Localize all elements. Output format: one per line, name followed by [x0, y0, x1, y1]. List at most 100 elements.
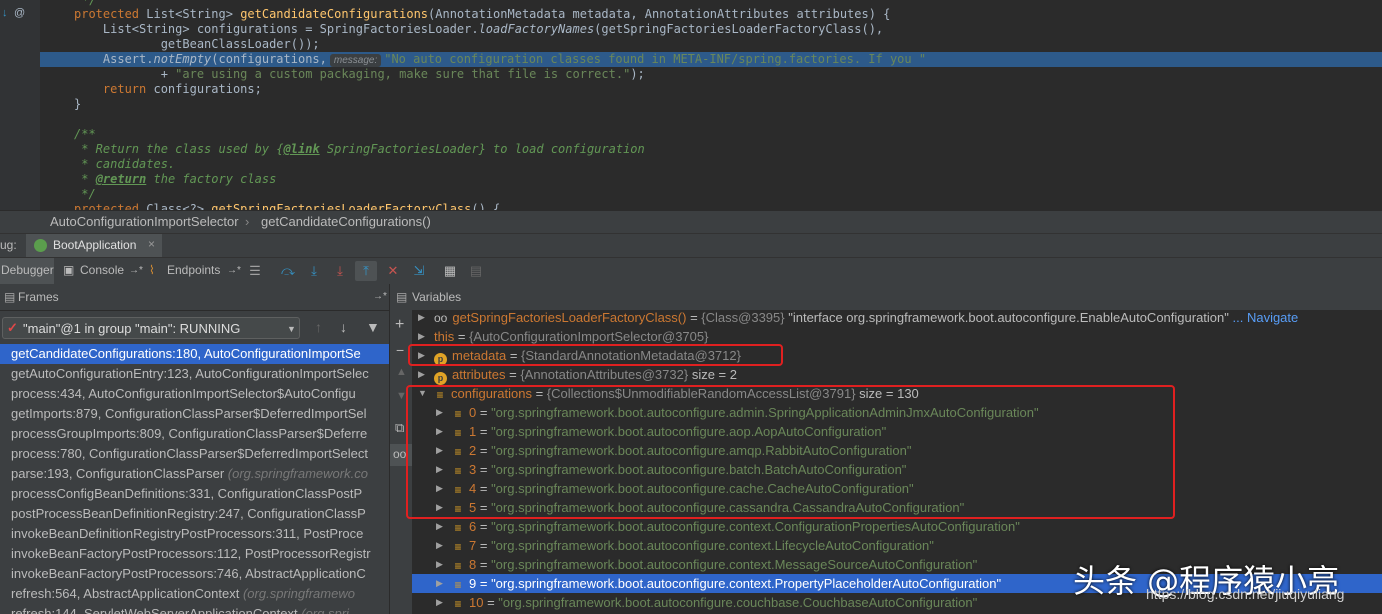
frame-method: getImports:879, ConfigurationClassParser…: [11, 406, 367, 421]
variable-content: ≡ 8 = "org.springframework.boot.autoconfi…: [452, 555, 977, 574]
variable-row[interactable]: ▶ ≡ 7 = "org.springframework.boot.autoconf…: [412, 536, 1382, 555]
code-line: getBeanClassLoader());: [74, 37, 320, 51]
debug-label: ug:: [0, 238, 17, 252]
highlight-box-configurations: [406, 385, 1175, 519]
frames-icon: ▤: [4, 290, 16, 304]
variable-content: ≡ 7 = "org.springframework.boot.autoconfi…: [452, 536, 934, 555]
evaluate-expression-icon[interactable]: ▦: [441, 262, 459, 280]
step-into-icon[interactable]: ⤓: [305, 262, 323, 280]
frames-title: Frames: [18, 290, 59, 304]
variable-name: getSpringFactoriesLoaderFactoryClass(): [452, 310, 687, 325]
frame-row[interactable]: process:434, AutoConfigurationImportSele…: [0, 384, 389, 404]
expand-arrow-icon[interactable]: ▶: [436, 593, 446, 612]
frame-row[interactable]: getAutoConfigurationEntry:123, AutoConfi…: [0, 364, 389, 384]
move-up-icon[interactable]: ▲: [396, 366, 407, 378]
tab-label: BootApplication: [53, 238, 137, 252]
variable-value: "org.springframework.boot.autoconfigure.…: [491, 538, 934, 553]
frame-method: invokeBeanDefinitionRegistryPostProcesso…: [11, 526, 364, 541]
frame-method: process:434, AutoConfigurationImportSele…: [11, 386, 356, 401]
navigate-link[interactable]: ... Navigate: [1229, 310, 1299, 325]
equals-sign: =: [505, 367, 521, 382]
frame-package: (org.springframework.co: [227, 466, 368, 481]
variable-content: p attributes = {AnnotationAttributes@3732…: [434, 365, 737, 385]
expand-arrow-icon[interactable]: ▶: [436, 574, 446, 593]
code-line: * candidates.: [74, 157, 176, 171]
code-line: protected List<String> getCandidateConfi…: [74, 7, 891, 21]
watch-icon: oo: [434, 311, 448, 325]
variable-value: size = 2: [688, 367, 737, 382]
expand-arrow-icon[interactable]: ▶: [418, 310, 428, 327]
frame-package: (org.springframewo: [242, 586, 355, 601]
expand-arrow-icon[interactable]: ▶: [436, 517, 446, 536]
copy-icon[interactable]: ⧉: [395, 420, 404, 436]
frame-row[interactable]: invokeBeanFactoryPostProcessors:746, Abs…: [0, 564, 389, 584]
highlight-box-metadata: [408, 344, 783, 366]
arrow-up-icon[interactable]: ↑: [315, 319, 322, 335]
frame-row[interactable]: invokeBeanDefinitionRegistryPostProcesso…: [0, 524, 389, 544]
variable-content: ≡ 10 = "org.springframework.boot.autoconf…: [452, 593, 977, 612]
run-to-cursor-icon[interactable]: ⇲: [410, 262, 428, 280]
frame-row[interactable]: processConfigBeanDefinitions:331, Config…: [0, 484, 389, 504]
chevron-down-icon: ▼: [287, 324, 296, 334]
check-icon: ✓: [7, 320, 18, 335]
frame-row[interactable]: postProcessBeanDefinitionRegistry:247, C…: [0, 504, 389, 524]
equals-sign: =: [476, 576, 492, 591]
tab-endpoints[interactable]: Endpoints: [167, 263, 220, 277]
drop-frame-icon[interactable]: ✕: [384, 262, 402, 280]
frame-method: process:780, ConfigurationClassParser$De…: [11, 446, 368, 461]
tab-label: Debugger: [1, 263, 54, 277]
frame-row[interactable]: invokeBeanFactoryPostProcessors:112, Pos…: [0, 544, 389, 564]
tab-console[interactable]: Console: [80, 263, 124, 277]
code-line: return configurations;: [74, 82, 262, 96]
variables-icon: ▤: [396, 290, 408, 304]
tab-boot-application[interactable]: BootApplication ×: [26, 234, 162, 258]
code-line: /**: [74, 127, 96, 141]
pin-icon[interactable]: →*: [373, 291, 387, 302]
thread-select[interactable]: ✓ "main"@1 in group "main": RUNNING ▼: [2, 317, 300, 339]
pin-icon[interactable]: →*: [129, 265, 143, 276]
step-out-button[interactable]: ⤒: [355, 261, 377, 281]
list-icon: ≡: [454, 540, 462, 554]
trace-icon[interactable]: ▤: [467, 262, 485, 280]
frame-row[interactable]: refresh:144, ServletWebServerApplication…: [0, 604, 389, 614]
frame-row[interactable]: getCandidateConfigurations:180, AutoConf…: [0, 344, 389, 364]
frame-row[interactable]: getImports:879, ConfigurationClassParser…: [0, 404, 389, 424]
variable-value: "org.springframework.boot.autoconfigure.…: [491, 519, 1020, 534]
variables-header: ▤ Variables: [390, 284, 1382, 311]
code-line: protected Class<?> getSpringFactoriesLoa…: [74, 202, 501, 210]
frame-row[interactable]: refresh:564, AbstractApplicationContext …: [0, 584, 389, 604]
code-editor[interactable]: ↓ @ */ protected List<String> getCandida…: [0, 0, 1382, 210]
thread-bar: ✓ "main"@1 in group "main": RUNNING ▼ ↑ …: [0, 315, 389, 341]
breadcrumb-method[interactable]: getCandidateConfigurations(): [261, 214, 431, 229]
filter-icon[interactable]: ▼: [366, 319, 380, 335]
variable-row[interactable]: ▶ ≡ 6 = "org.springframework.boot.autoconf…: [412, 517, 1382, 536]
force-step-into-icon[interactable]: ⤓: [331, 262, 349, 280]
frame-row[interactable]: processGroupImports:809, ConfigurationCl…: [0, 424, 389, 444]
endpoints-icon: ⌇: [149, 263, 155, 277]
variable-content: ≡ 9 = "org.springframework.boot.autoconfi…: [452, 574, 1001, 593]
close-icon[interactable]: ×: [148, 237, 155, 251]
variable-name: attributes: [452, 367, 506, 382]
show-execution-point-icon[interactable]: ☰: [246, 262, 264, 280]
variable-value: "org.springframework.boot.autoconfigure.…: [491, 576, 1002, 591]
expand-arrow-icon[interactable]: ▶: [418, 365, 428, 384]
tab-debugger[interactable]: Debugger: [0, 258, 54, 284]
expand-arrow-icon[interactable]: ▶: [436, 536, 446, 555]
frame-row[interactable]: parse:193, ConfigurationClassParser (org…: [0, 464, 389, 484]
variable-row[interactable]: ▶ oo getSpringFactoriesLoaderFactoryClass(…: [412, 310, 1382, 327]
frame-method: processConfigBeanDefinitions:331, Config…: [11, 486, 363, 501]
add-watch-icon[interactable]: +: [395, 316, 404, 334]
variable-name: 10: [469, 595, 484, 610]
pin-icon[interactable]: →*: [227, 265, 241, 276]
arrow-down-icon[interactable]: ↓: [340, 319, 347, 335]
list-icon: ≡: [454, 597, 462, 611]
step-over-icon[interactable]: ⤼: [279, 262, 297, 280]
expand-arrow-icon[interactable]: ▶: [436, 555, 446, 574]
breadcrumb-class[interactable]: AutoConfigurationImportSelector: [50, 214, 239, 229]
remove-watch-icon[interactable]: −: [396, 342, 404, 358]
frame-row[interactable]: process:780, ConfigurationClassParser$De…: [0, 444, 389, 464]
list-icon: ≡: [454, 578, 462, 592]
variable-row[interactable]: ▶ p attributes = {AnnotationAttributes@373…: [412, 365, 1382, 385]
code-line: + "are using a custom packaging, make su…: [74, 67, 645, 81]
equals-sign: =: [476, 519, 492, 534]
